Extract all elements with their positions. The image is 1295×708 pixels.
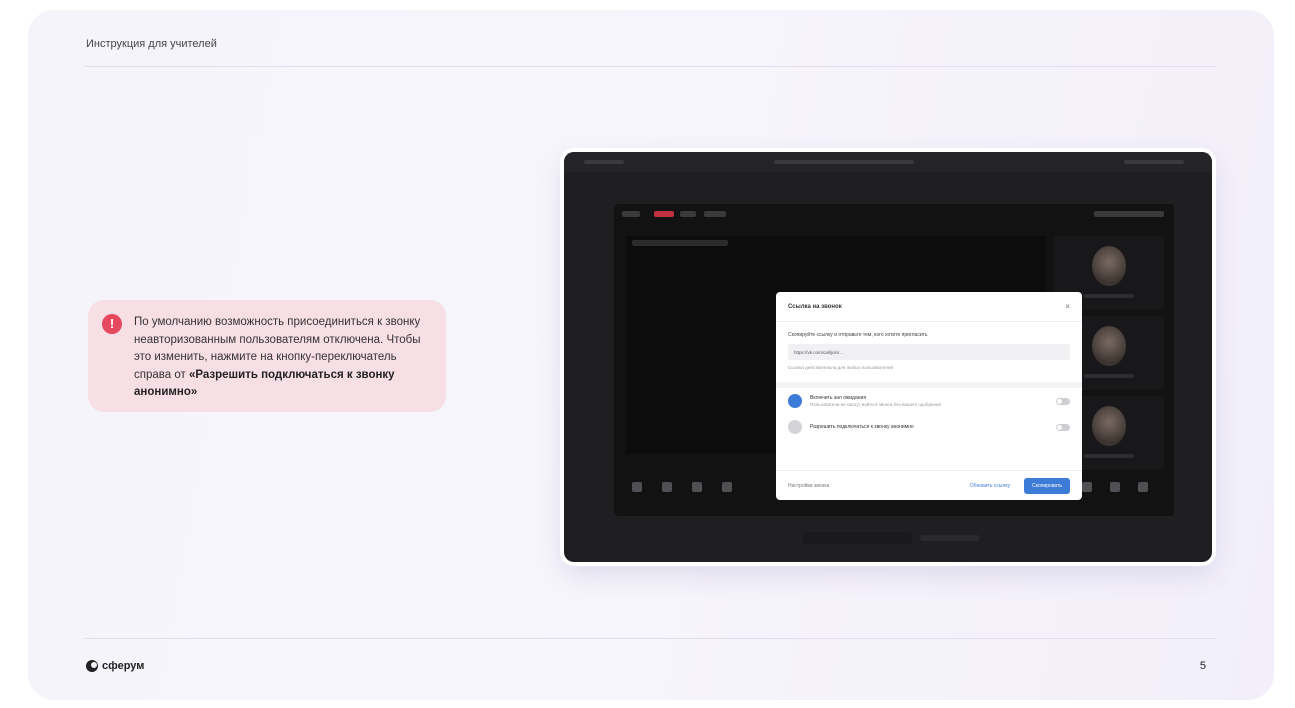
- window-titlebar: [564, 152, 1212, 172]
- link-sub-hint: Ссылка действительна для любых пользоват…: [788, 365, 893, 370]
- bottom-divider: [84, 638, 1216, 639]
- call-settings-link[interactable]: Настройки звонка: [788, 483, 970, 489]
- mic-icon[interactable]: [662, 482, 672, 492]
- settings-icon[interactable]: [1082, 482, 1092, 492]
- top-divider: [84, 66, 1216, 67]
- more-icon[interactable]: [722, 482, 732, 492]
- refresh-link-button[interactable]: Обновить ссылку: [970, 483, 1010, 489]
- dialog-footer: Настройки звонка Обновить ссылку Скопиро…: [776, 470, 1082, 500]
- dialog-title: Ссылка на звонок: [788, 303, 842, 310]
- waiting-room-label: Включить зал ожидания: [810, 395, 867, 401]
- recording-badge: [654, 211, 674, 217]
- sferum-logo-icon: [86, 660, 98, 672]
- waiting-room-toggle[interactable]: [1056, 397, 1070, 405]
- anonymous-join-toggle[interactable]: [1056, 423, 1070, 431]
- avatar: [1092, 246, 1126, 286]
- share-icon[interactable]: [632, 482, 642, 492]
- waiting-room-row[interactable]: Включить зал ожидания Пользователи не смо…: [776, 388, 1082, 414]
- dialog-header: Ссылка на звонок ×: [776, 292, 1082, 322]
- slide: Инструкция для учителей ! По умолчанию в…: [28, 10, 1274, 700]
- anonymous-join-label: Разрешить подключаться к звонку анонимно: [810, 424, 914, 430]
- call-screenshot: Ссылка на звонок × Скопируйте ссылку и о…: [564, 152, 1212, 562]
- logo-text: сферум: [102, 660, 145, 672]
- call-link-field[interactable]: https://vk.com/call/join/...: [788, 344, 1070, 360]
- slide-title: Инструкция для учителей: [86, 38, 217, 50]
- call-link-dialog: Ссылка на звонок × Скопируйте ссылку и о…: [776, 292, 1082, 500]
- copy-button[interactable]: Скопировать: [1024, 477, 1070, 494]
- fullscreen-icon[interactable]: [1138, 482, 1148, 492]
- avatar: [1092, 406, 1126, 446]
- exclamation-icon: !: [102, 314, 122, 334]
- waiting-room-sub: Пользователи не смогут войти в звонок бе…: [810, 402, 941, 407]
- dialog-hint: Скопируйте ссылку и отправьте тем, кого …: [788, 332, 928, 338]
- avatar: [1092, 326, 1126, 366]
- close-icon[interactable]: ×: [1065, 302, 1070, 311]
- anonymous-join-row[interactable]: Разрешить подключаться к звонку анонимно: [776, 414, 1082, 440]
- call-window: Ссылка на звонок × Скопируйте ссылку и о…: [614, 204, 1174, 516]
- waiting-room-icon: [788, 394, 802, 408]
- warning-callout: ! По умолчанию возможность присоединитьс…: [88, 300, 446, 412]
- anonymous-icon: [788, 420, 802, 434]
- grid-icon[interactable]: [692, 482, 702, 492]
- page-number: 5: [1199, 660, 1206, 672]
- layout-icon[interactable]: [1110, 482, 1120, 492]
- logo: сферум: [86, 660, 144, 672]
